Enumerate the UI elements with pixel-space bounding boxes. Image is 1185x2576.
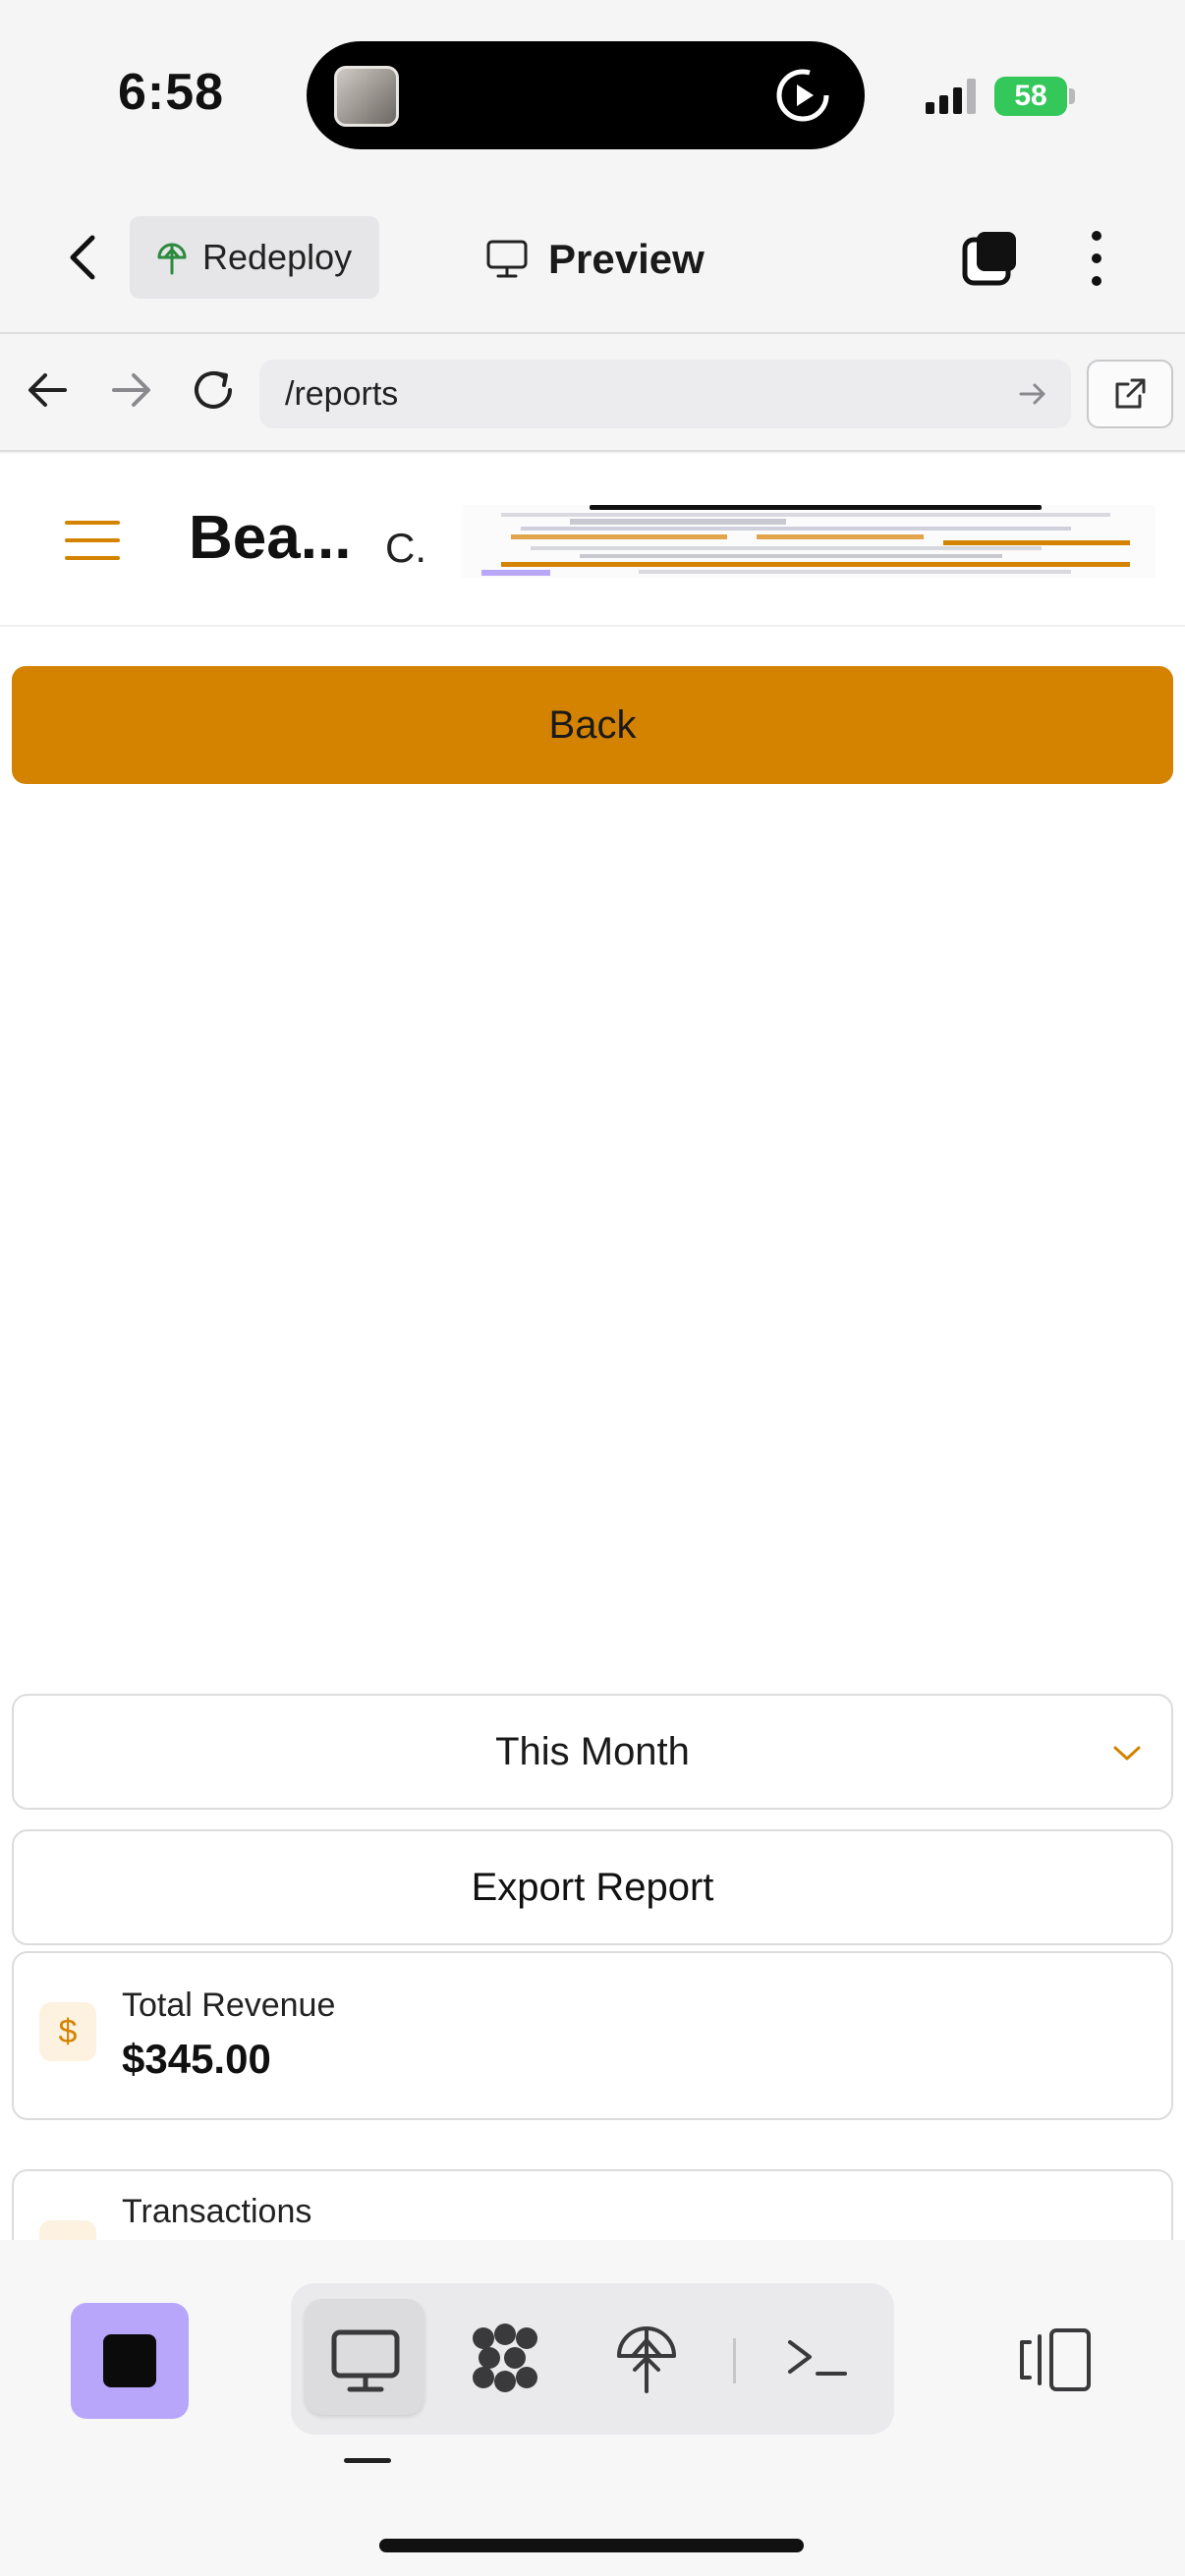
url-text: /reports — [285, 374, 399, 413]
back-button[interactable]: Back — [12, 666, 1173, 784]
deploy-icon[interactable] — [607, 2313, 686, 2401]
battery-indicator: 58 — [994, 77, 1075, 116]
period-select[interactable]: This Month — [12, 1694, 1173, 1810]
tabs-icon[interactable] — [961, 228, 1022, 289]
cellular-signal-icon — [926, 79, 976, 114]
arrow-left-icon[interactable] — [24, 365, 73, 415]
preview-tab[interactable]: Preview — [485, 230, 705, 289]
browser-bar: /reports — [0, 336, 1185, 452]
period-select-value: This Month — [495, 1729, 690, 1773]
arrow-right-icon[interactable] — [106, 365, 155, 415]
site-header: Bea... C. — [0, 454, 1185, 627]
screen-recording-icon — [776, 69, 829, 122]
more-options-icon[interactable] — [1077, 226, 1116, 291]
stop-button[interactable] — [71, 2303, 189, 2419]
redeploy-label: Redeploy — [202, 237, 353, 277]
redeploy-button[interactable]: Redeploy — [130, 216, 379, 299]
deploy-icon — [157, 243, 187, 275]
total-revenue-value: $345.00 — [122, 2036, 271, 2082]
device-switch-icon[interactable] — [1016, 2321, 1095, 2399]
active-view-indicator — [344, 2458, 391, 2463]
dynamic-island[interactable] — [307, 41, 865, 149]
battery-cap — [1069, 88, 1075, 104]
view-switcher — [291, 2283, 894, 2435]
chevron-down-icon — [1113, 1746, 1141, 1761]
site-brand-subtitle: C. — [385, 525, 426, 571]
web-preview: Bea... C. Back This Month Export Report … — [0, 454, 1185, 2240]
bottom-toolbar — [0, 2240, 1185, 2576]
total-revenue-card: $ Total Revenue $345.00 — [12, 1951, 1173, 2120]
external-link-icon — [1115, 378, 1146, 409]
nodes-icon[interactable] — [466, 2313, 544, 2401]
url-input[interactable]: /reports — [259, 360, 1071, 428]
dollar-icon: $ — [39, 2002, 96, 2061]
stop-icon — [103, 2334, 156, 2387]
menu-icon[interactable] — [65, 519, 120, 562]
monitor-icon — [486, 240, 528, 278]
reload-icon[interactable] — [187, 364, 240, 417]
export-report-button[interactable]: Export Report — [12, 1829, 1173, 1945]
transactions-card: Transactions — [12, 2169, 1173, 2240]
site-brand[interactable]: Bea... — [189, 503, 351, 573]
status-bar: 6:58 58 — [0, 0, 1185, 187]
media-thumbnail — [334, 66, 399, 127]
monitor-icon[interactable] — [326, 2313, 405, 2401]
rendering-artifact — [462, 505, 1156, 578]
transactions-label: Transactions — [122, 2193, 312, 2230]
total-revenue-label: Total Revenue — [122, 1987, 336, 2024]
go-arrow-icon[interactable] — [1016, 377, 1049, 411]
battery-level: 58 — [994, 77, 1067, 116]
chevron-left-icon[interactable] — [59, 228, 108, 287]
open-external-button[interactable] — [1087, 360, 1173, 428]
preview-label: Preview — [548, 236, 705, 282]
view-switcher-divider — [733, 2338, 736, 2383]
home-indicator — [379, 2539, 804, 2552]
status-time: 6:58 — [118, 64, 225, 121]
terminal-icon[interactable] — [782, 2313, 861, 2401]
transactions-icon — [39, 2220, 96, 2240]
app-header: Redeploy Preview — [0, 187, 1185, 334]
